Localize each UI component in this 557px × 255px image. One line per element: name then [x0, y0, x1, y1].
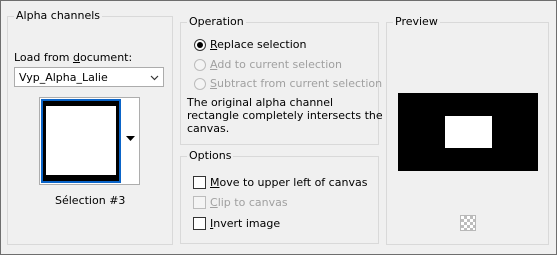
load-label-post: ocument:	[79, 51, 133, 64]
add-rest: dd to current selection	[217, 58, 342, 71]
operation-message-line1: The original alpha channel	[187, 96, 334, 109]
add-selection-radio[interactable]	[194, 59, 206, 71]
move-rest: ove to upper left of canvas	[219, 176, 368, 189]
load-label-accel: d	[72, 51, 80, 64]
invert-image-checkbox[interactable]	[193, 217, 206, 230]
invert-image-label[interactable]: Invert image	[210, 217, 280, 230]
thumbnail-dropdown-arrow[interactable]	[122, 98, 139, 184]
clip-to-canvas-label[interactable]: Clip to canvas	[210, 196, 288, 209]
alpha-channel-thumbnail-picker[interactable]	[39, 97, 140, 185]
move-accel: M	[210, 176, 220, 189]
subtract-selection-radio[interactable]	[194, 78, 206, 90]
subtract-selection-label[interactable]: Subtract from current selection	[210, 77, 382, 90]
move-upper-left-label[interactable]: Move to upper left of canvas	[210, 176, 367, 189]
clip-rest: lip to canvas	[217, 196, 288, 209]
preview-selection-area	[445, 116, 492, 148]
operation-message-line3: canvas.	[187, 122, 230, 135]
replace-selection-radio[interactable]	[194, 39, 206, 51]
caret-down-icon	[126, 136, 135, 141]
operation-title: Operation	[187, 15, 246, 29]
replace-selection-label[interactable]: Replace selection	[210, 38, 306, 51]
document-dropdown[interactable]: Vyp_Alpha_Lalie	[14, 67, 164, 87]
transparency-checker-icon[interactable]	[460, 215, 476, 231]
document-dropdown-value: Vyp_Alpha_Lalie	[19, 71, 108, 84]
clip-to-canvas-checkbox[interactable]	[193, 196, 206, 209]
invert-rest: nvert image	[213, 217, 281, 230]
clip-accel: C	[210, 196, 218, 209]
alpha-channels-title: Alpha channels	[14, 9, 103, 23]
replace-rest: eplace selection	[217, 38, 307, 51]
move-upper-left-checkbox[interactable]	[193, 176, 206, 189]
preview-title: Preview	[393, 15, 440, 29]
options-title: Options	[187, 149, 234, 163]
preview-canvas	[398, 93, 538, 171]
subtract-rest: ubtract from current selection	[216, 77, 383, 90]
operation-message-line2: rectangle completely intersects the	[187, 109, 383, 122]
chevron-down-icon	[150, 75, 159, 81]
subtract-accel: S	[210, 77, 217, 90]
selection-thumbnail	[41, 99, 121, 183]
load-label-pre: Load from	[14, 51, 73, 64]
load-from-document-label: Load from document:	[14, 51, 132, 64]
selection-caption: Sélection #3	[55, 194, 126, 207]
add-selection-label[interactable]: Add to current selection	[210, 58, 342, 71]
